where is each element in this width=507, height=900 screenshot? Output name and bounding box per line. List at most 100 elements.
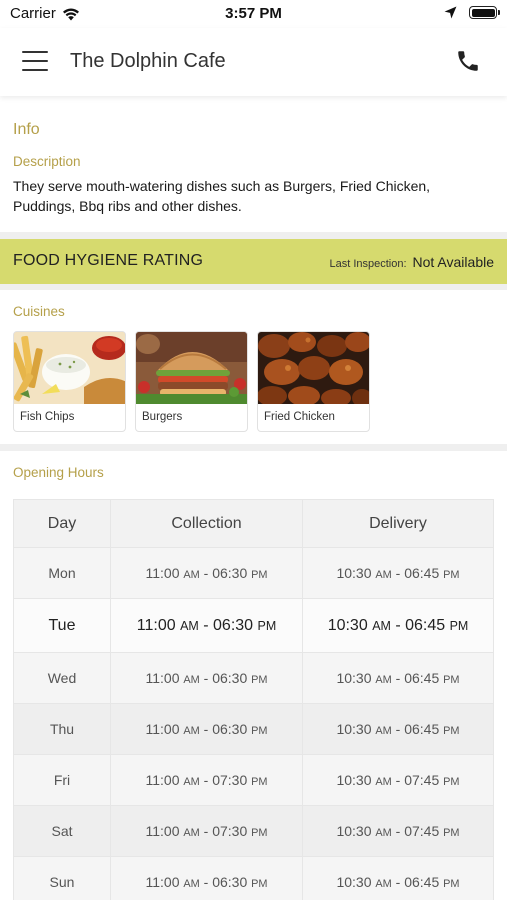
battery-fill: [471, 8, 495, 17]
collection-cell: 11:00 AM - 06:30 PM: [110, 547, 303, 599]
delivery-cell: 10:30 AM - 06:45 PM: [302, 703, 494, 755]
location-arrow-icon: [444, 6, 457, 19]
cuisine-card-fish-chips[interactable]: Fish Chips: [13, 331, 126, 432]
day-cell: Wed: [13, 652, 111, 704]
time-sep: -: [199, 670, 213, 686]
ampm: PM: [449, 618, 469, 633]
day-cell: Sun: [13, 856, 111, 900]
hamburger-menu-icon[interactable]: [22, 51, 48, 73]
time-sep: -: [391, 670, 405, 686]
cuisine-card-burgers[interactable]: Burgers: [135, 331, 248, 432]
time-value: 11:00: [145, 874, 180, 890]
table-row: Mon 11:00 AM - 06:30 PM 10:30 AM - 06:45 P…: [13, 547, 494, 599]
header-collection: Collection: [110, 499, 303, 548]
cuisine-label: Fish Chips: [20, 411, 75, 423]
time-value: 10:30: [336, 565, 372, 581]
ampm: PM: [251, 776, 268, 788]
last-inspection-label: Last Inspection:: [329, 258, 407, 270]
time-sep: -: [199, 565, 213, 581]
ampm: PM: [251, 569, 268, 581]
delivery-cell: 10:30 AM - 06:45 PM: [302, 598, 494, 653]
description-text: They serve mouth-watering dishes such as…: [13, 178, 431, 214]
time-sep: -: [391, 823, 405, 839]
cuisine-label: Fried Chicken: [264, 411, 335, 423]
time-value: 10:30: [336, 772, 372, 788]
hygiene-title: FOOD HYGIENE RATING: [13, 252, 204, 269]
page-title: The Dolphin Cafe: [70, 50, 226, 72]
cuisine-card-fried-chicken[interactable]: Fried Chicken: [257, 331, 370, 432]
delivery-cell: 10:30 AM - 06:45 PM: [302, 547, 494, 599]
burger-photo: [136, 332, 247, 404]
time-value: 11:00: [136, 616, 176, 634]
header-delivery: Delivery: [302, 499, 494, 548]
ampm: AM: [183, 674, 200, 686]
delivery-cell: 10:30 AM - 06:45 PM: [302, 856, 494, 900]
ampm: AM: [183, 569, 200, 581]
time-value: 07:45: [404, 772, 440, 788]
ampm: PM: [443, 569, 460, 581]
time-sep: -: [391, 874, 405, 890]
ampm: AM: [372, 618, 391, 633]
fish-chips-photo: [14, 332, 125, 404]
ampm: PM: [251, 827, 268, 839]
time-value: 11:00: [145, 565, 180, 581]
time-value: 11:00: [145, 772, 180, 788]
time-sep: -: [198, 616, 214, 634]
ampm: PM: [251, 878, 268, 890]
time-sep: -: [199, 823, 213, 839]
table-row: Wed 11:00 AM - 06:30 PM 10:30 AM - 06:45 P…: [13, 652, 494, 704]
header-day: Day: [13, 499, 111, 548]
opening-hours-body: Mon 11:00 AM - 06:30 PM 10:30 AM - 06:45 P…: [13, 547, 494, 900]
time-value: 10:30: [327, 616, 368, 634]
time-sep: -: [391, 772, 405, 788]
ampm: PM: [251, 725, 268, 737]
last-inspection-value: Not Available: [412, 254, 494, 270]
opening-hours-table: Day Collection Delivery Mon 11:00 AM - 06…: [13, 499, 494, 900]
status-time: 3:57 PM: [225, 5, 282, 22]
description-label: Description: [13, 154, 81, 169]
nav-bar: The Dolphin Cafe: [0, 28, 507, 96]
info-title: Info: [13, 121, 40, 138]
delivery-cell: 10:30 AM - 06:45 PM: [302, 652, 494, 704]
time-value: 06:30: [212, 721, 248, 737]
separator: [0, 444, 507, 451]
day-cell: Thu: [13, 703, 111, 755]
table-header-row: Day Collection Delivery: [13, 499, 494, 548]
day-cell: Tue: [13, 598, 111, 653]
last-inspection: Last Inspection: Not Available: [329, 254, 494, 270]
table-row: Sat 11:00 AM - 07:30 PM 10:30 AM - 07:45 P…: [13, 805, 494, 857]
collection-cell: 11:00 AM - 06:30 PM: [110, 652, 303, 704]
cuisines-list: Fish Chips Burgers Fried Chicken: [13, 331, 379, 432]
status-right: [444, 6, 500, 19]
time-value: 11:00: [145, 670, 180, 686]
day-cell: Mon: [13, 547, 111, 599]
ampm: AM: [183, 776, 200, 788]
ampm: AM: [375, 725, 392, 737]
delivery-cell: 10:30 AM - 07:45 PM: [302, 754, 494, 806]
time-value: 10:30: [336, 721, 372, 737]
table-row: Fri 11:00 AM - 07:30 PM 10:30 AM - 07:45 P…: [13, 754, 494, 806]
time-sep: -: [390, 616, 406, 634]
ampm: PM: [443, 827, 460, 839]
ampm: AM: [375, 776, 392, 788]
collection-cell: 11:00 AM - 06:30 PM: [110, 598, 303, 653]
time-value: 06:45: [405, 616, 446, 634]
collection-cell: 11:00 AM - 07:30 PM: [110, 805, 303, 857]
time-value: 06:30: [213, 616, 254, 634]
collection-cell: 11:00 AM - 06:30 PM: [110, 856, 303, 900]
ampm: AM: [375, 827, 392, 839]
status-bar: Carrier 3:57 PM: [0, 0, 507, 28]
time-value: 06:45: [404, 874, 440, 890]
table-row: Sun 11:00 AM - 06:30 PM 10:30 AM - 06:45 P…: [13, 856, 494, 900]
collection-cell: 11:00 AM - 07:30 PM: [110, 754, 303, 806]
table-row: Tue 11:00 AM - 06:30 PM 10:30 AM - 06:45 P…: [13, 598, 494, 653]
time-value: 10:30: [336, 823, 372, 839]
separator: [0, 232, 507, 239]
phone-icon[interactable]: [455, 48, 481, 74]
time-value: 06:30: [212, 670, 248, 686]
time-value: 07:30: [212, 823, 248, 839]
time-value: 11:00: [145, 721, 180, 737]
opening-hours-title: Opening Hours: [13, 465, 104, 480]
fried-chicken-photo: [258, 332, 369, 404]
time-value: 11:00: [145, 823, 180, 839]
